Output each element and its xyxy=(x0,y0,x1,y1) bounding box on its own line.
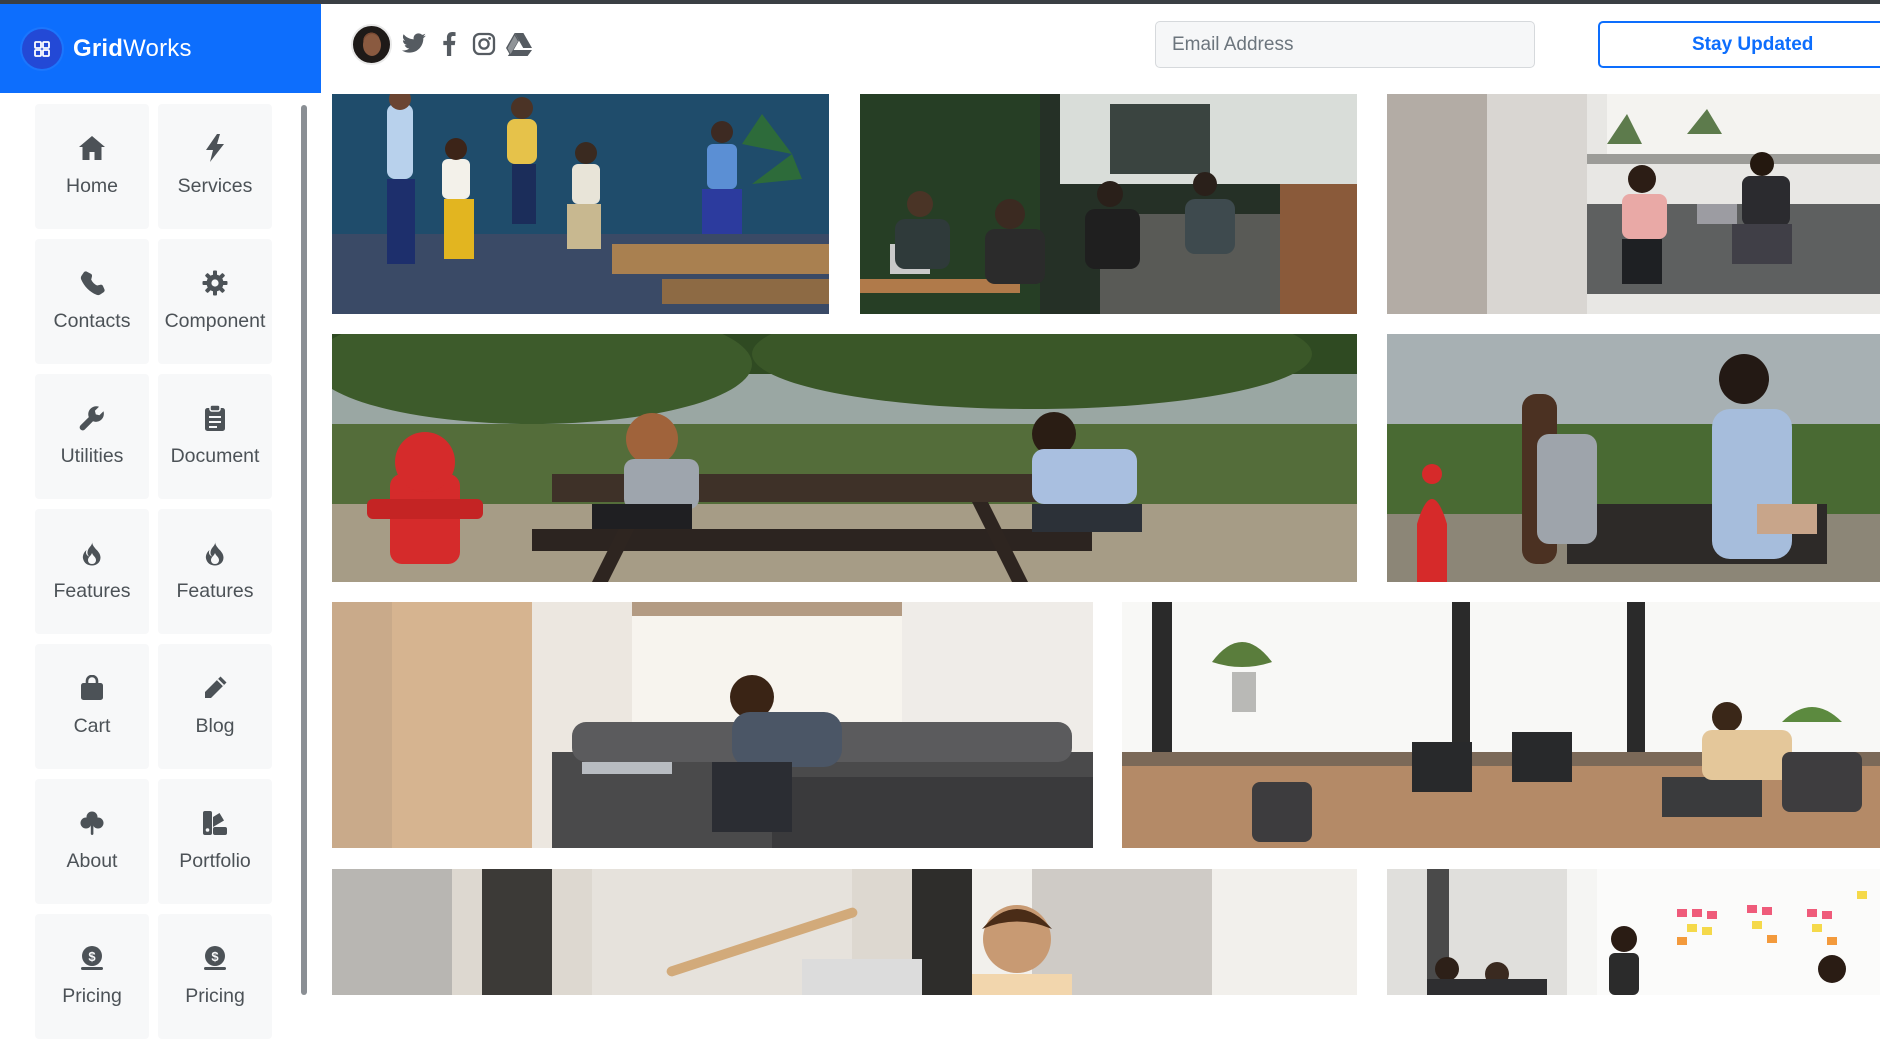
home-icon xyxy=(78,134,106,162)
sidebar-item-label: Pricing xyxy=(62,985,122,1007)
coin-icon: $ xyxy=(79,944,105,972)
brand-header[interactable]: GridWorks xyxy=(0,4,321,93)
clipboard-icon xyxy=(204,404,226,432)
sidebar-item-label: Utilities xyxy=(60,445,124,467)
sidebar-item-component[interactable]: Component xyxy=(158,239,272,364)
whiteboard-sticky-notes-photo[interactable] xyxy=(1387,869,1880,995)
open-office-desk-photo[interactable] xyxy=(1122,602,1880,848)
man-laptop-sofa-photo[interactable] xyxy=(332,602,1093,848)
bag-icon xyxy=(80,674,104,702)
sidebar-item-label: Contacts xyxy=(53,310,131,332)
sidebar-item-label: Pricing xyxy=(185,985,245,1007)
phone-icon xyxy=(79,269,105,297)
wrench-icon xyxy=(79,404,105,432)
sidebar-item-blog[interactable]: Blog xyxy=(158,644,272,769)
user-avatar[interactable] xyxy=(351,24,392,65)
facebook-icon[interactable] xyxy=(435,30,463,58)
sidebar-item-label: Portfolio xyxy=(179,850,251,872)
sidebar-item-label: Cart xyxy=(73,715,111,737)
google-drive-icon[interactable] xyxy=(505,30,533,58)
sidebar-item-label: Blog xyxy=(195,715,235,737)
sidebar-item-features-2[interactable]: Features xyxy=(158,509,272,634)
sidebar-item-label: Features xyxy=(176,580,254,602)
team-meeting-lounge-photo[interactable] xyxy=(332,94,829,314)
coin-icon: $ xyxy=(202,944,228,972)
sidebar-item-home[interactable]: Home xyxy=(35,104,149,229)
twitter-icon[interactable] xyxy=(400,30,428,58)
sidebar-item-label: Component xyxy=(164,310,266,332)
cafe-group-photo[interactable] xyxy=(860,94,1357,314)
sidebar-item-contacts[interactable]: Contacts xyxy=(35,239,149,364)
sidebar-item-portfolio[interactable]: Portfolio xyxy=(158,779,272,904)
grid-icon xyxy=(22,28,62,69)
office-sofa-photo[interactable] xyxy=(1387,94,1880,314)
park-bench-closeup-photo[interactable] xyxy=(1387,334,1880,582)
fire-icon xyxy=(205,539,225,567)
stay-updated-button[interactable]: Stay Updated xyxy=(1598,21,1880,68)
swatches-icon xyxy=(202,809,228,837)
sidebar-item-label: Services xyxy=(177,175,253,197)
sidebar-item-features[interactable]: Features xyxy=(35,509,149,634)
sidebar-item-pricing[interactable]: $ Pricing xyxy=(35,914,149,1039)
man-desk-smiling-photo[interactable] xyxy=(332,869,1357,995)
sidebar-item-utilities[interactable]: Utilities xyxy=(35,374,149,499)
svg-text:$: $ xyxy=(88,949,96,964)
sidebar-item-services[interactable]: Services xyxy=(158,104,272,229)
sidebar-scrollbar[interactable] xyxy=(301,105,307,995)
sidebar-item-label: About xyxy=(66,850,118,872)
email-field[interactable] xyxy=(1155,21,1535,68)
sidebar-item-cart[interactable]: Cart xyxy=(35,644,149,769)
clover-icon xyxy=(79,809,105,837)
sidebar-item-label: Home xyxy=(65,175,119,197)
sidebar-item-label: Document xyxy=(170,445,260,467)
pencil-icon xyxy=(202,674,228,702)
gear-icon xyxy=(202,269,228,297)
svg-text:$: $ xyxy=(211,949,219,964)
park-bench-meeting-photo[interactable] xyxy=(332,334,1357,582)
instagram-icon[interactable] xyxy=(470,30,498,58)
sidebar-item-document[interactable]: Document xyxy=(158,374,272,499)
sidebar-item-about[interactable]: About xyxy=(35,779,149,904)
brand-name: GridWorks xyxy=(73,34,192,62)
sidebar-item-label: Features xyxy=(53,580,131,602)
sidebar-item-pricing-2[interactable]: $ Pricing xyxy=(158,914,272,1039)
fire-icon xyxy=(82,539,102,567)
bolt-icon xyxy=(205,134,225,162)
